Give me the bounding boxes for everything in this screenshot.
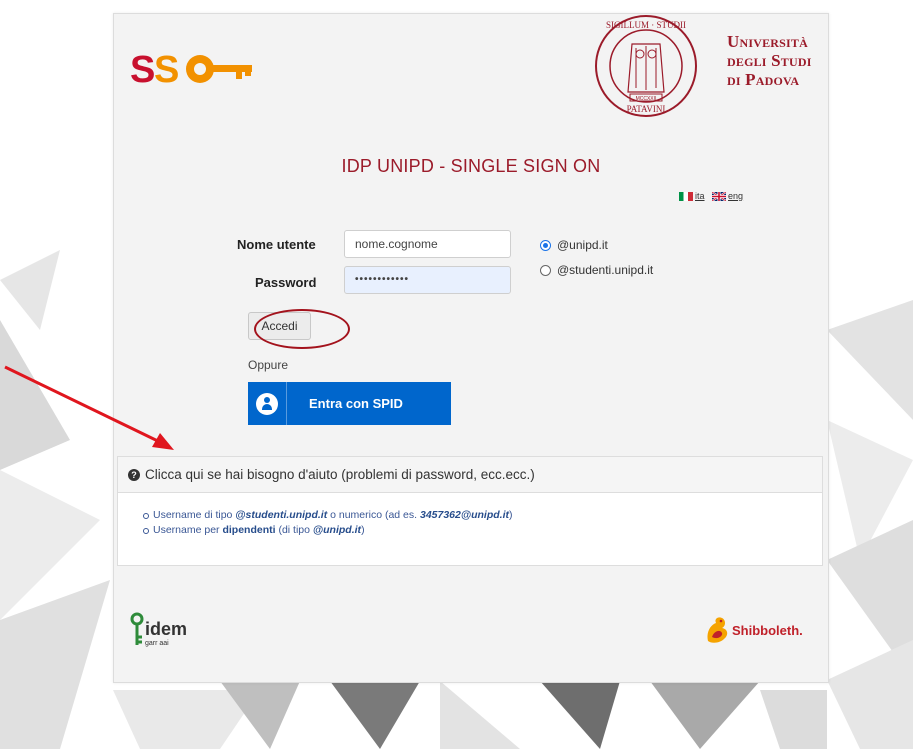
- help-panel: ? Clicca qui se hai bisogno d'aiuto (pro…: [117, 456, 823, 566]
- login-card: S S SIGILLUM · STUDII PATAVINI MCCXXII U…: [113, 13, 829, 683]
- help-item-text: Username di tipo: [153, 509, 236, 521]
- or-label: Oppure: [248, 358, 289, 372]
- radio-studenti-label: @studenti.unipd.it: [557, 263, 654, 277]
- password-label: Password: [255, 275, 317, 290]
- help-item: Username di tipo @studenti.unipd.it o nu…: [143, 509, 513, 521]
- help-item-bold: @studenti.unipd.it: [235, 509, 328, 521]
- sso-logo: S S: [130, 49, 252, 88]
- help-item-text: (di tipo: [275, 524, 313, 536]
- uk-flag-icon: [712, 192, 727, 202]
- radio-unselected-icon[interactable]: [540, 264, 551, 276]
- lang-eng-link[interactable]: eng: [728, 191, 743, 201]
- help-toggle[interactable]: ? Clicca qui se hai bisogno d'aiuto (pro…: [118, 457, 822, 493]
- radio-unipd[interactable]: @unipd.it: [540, 238, 608, 252]
- password-input[interactable]: ••••••••••••: [344, 266, 511, 294]
- idem-text: idem: [145, 619, 187, 639]
- svg-text:S: S: [130, 49, 155, 88]
- university-name-line1: Università: [727, 32, 808, 51]
- help-item-text: ): [361, 524, 365, 536]
- help-header-text: Clicca qui se hai bisogno d'aiuto (probl…: [145, 467, 535, 482]
- italy-flag-icon: [679, 192, 693, 202]
- university-name: Università degli Studi di Padova: [727, 32, 812, 89]
- svg-text:S: S: [154, 49, 179, 88]
- question-icon: ?: [128, 468, 140, 481]
- radio-unipd-label: @unipd.it: [557, 238, 608, 252]
- svg-text:MCCXXII: MCCXXII: [636, 96, 657, 102]
- svg-text:PATAVINI: PATAVINI: [627, 104, 666, 114]
- help-item-text: Username per: [153, 524, 223, 536]
- shibboleth-dragon-icon: [707, 617, 728, 643]
- spid-user-icon: [248, 382, 287, 425]
- help-item: Username per dipendenti (di tipo @unipd.…: [143, 524, 513, 536]
- idem-logo: idem garr aai: [130, 612, 187, 647]
- help-item-bold: 3457362@unipd.it: [419, 509, 510, 521]
- username-label: Nome utente: [237, 237, 316, 252]
- radio-selected-icon[interactable]: [540, 239, 551, 251]
- svg-text:SIGILLUM · STUDII: SIGILLUM · STUDII: [606, 20, 686, 30]
- shibboleth-text: Shibboleth.: [732, 622, 803, 638]
- spid-login-button[interactable]: Entra con SPID: [248, 382, 451, 425]
- university-name-line2: degli Studi: [727, 51, 812, 70]
- help-list: Username di tipo @studenti.unipd.it o nu…: [143, 509, 513, 539]
- page-title: IDP UNIPD - SINGLE SIGN ON: [341, 156, 601, 176]
- help-item-bold: @unipd.it: [312, 524, 362, 536]
- spid-label: Entra con SPID: [309, 396, 403, 411]
- university-seal: SIGILLUM · STUDII PATAVINI MCCXXII: [595, 15, 697, 117]
- username-input[interactable]: nome.cognome: [344, 230, 511, 258]
- help-item-text: ): [509, 509, 513, 521]
- university-name-line3: di Padova: [727, 70, 800, 89]
- help-item-text: o numerico (ad es.: [327, 509, 420, 521]
- language-switcher: ita eng: [679, 191, 748, 202]
- radio-studenti[interactable]: @studenti.unipd.it: [540, 263, 653, 277]
- help-item-bold: dipendenti: [222, 524, 276, 536]
- annotation-circle: [254, 309, 350, 349]
- lang-ita-link[interactable]: ita: [695, 191, 705, 201]
- shibboleth-logo: Shibboleth.: [704, 615, 803, 645]
- idem-subtext: garr aai: [145, 640, 169, 647]
